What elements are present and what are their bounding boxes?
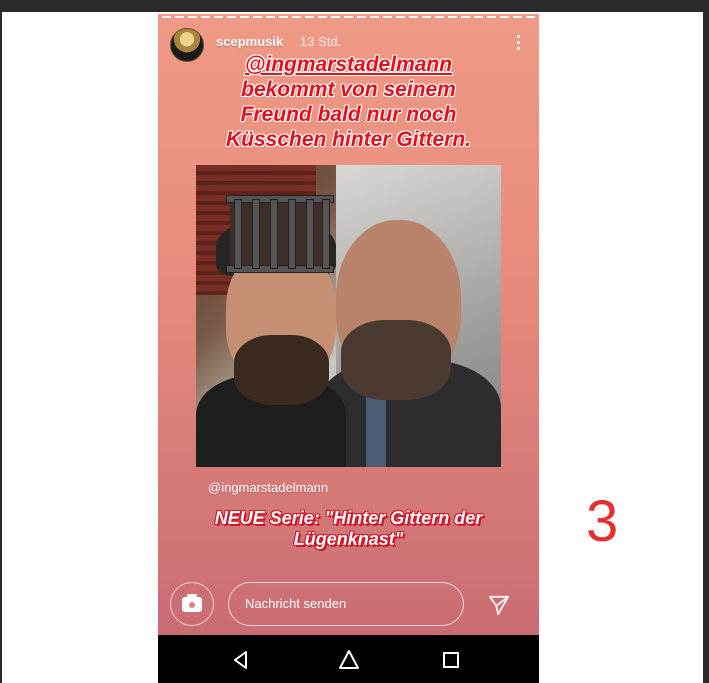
nav-recents-icon[interactable]: [440, 649, 462, 671]
story-age: 13 Std.: [300, 34, 342, 49]
caption-line: Küsschen hinter Gittern.: [225, 128, 472, 151]
story-username[interactable]: scepmusik: [216, 34, 283, 49]
story-progress-bar: [162, 16, 535, 18]
person-left-beard: [234, 335, 329, 405]
send-icon[interactable]: [488, 594, 510, 616]
reply-bar: Nachricht senden: [158, 574, 539, 634]
story-caption: @ingmarstadelmann bekommt von seinem Fre…: [170, 52, 527, 152]
photo-credit[interactable]: @ingmarstadelmann: [208, 480, 328, 495]
caption-line: Freund bald nur noch: [240, 103, 457, 126]
annotation-number: 3: [586, 489, 619, 554]
jail-cage-sticker: [226, 195, 334, 273]
subtitle-line: NEUE Serie: "Hinter Gittern der: [214, 508, 483, 528]
caption-line: bekommt von seinem: [241, 78, 456, 101]
story-subtitle: NEUE Serie: "Hinter Gittern der Lügenkna…: [168, 508, 529, 550]
instagram-story[interactable]: scepmusik 13 Std. @ingmarstadelmann beko…: [158, 14, 539, 683]
message-input[interactable]: Nachricht senden: [228, 582, 464, 626]
nav-home-icon[interactable]: [338, 649, 360, 671]
story-photo: [196, 165, 501, 467]
more-vertical-icon[interactable]: [515, 32, 521, 52]
nav-back-icon[interactable]: [230, 649, 252, 671]
android-nav-bar: [158, 635, 539, 683]
subtitle-line: Lügenknast": [293, 529, 404, 549]
camera-button[interactable]: [170, 582, 214, 626]
person-right-beard: [341, 320, 451, 400]
caption-mention[interactable]: @ingmarstadelmann: [170, 52, 527, 77]
